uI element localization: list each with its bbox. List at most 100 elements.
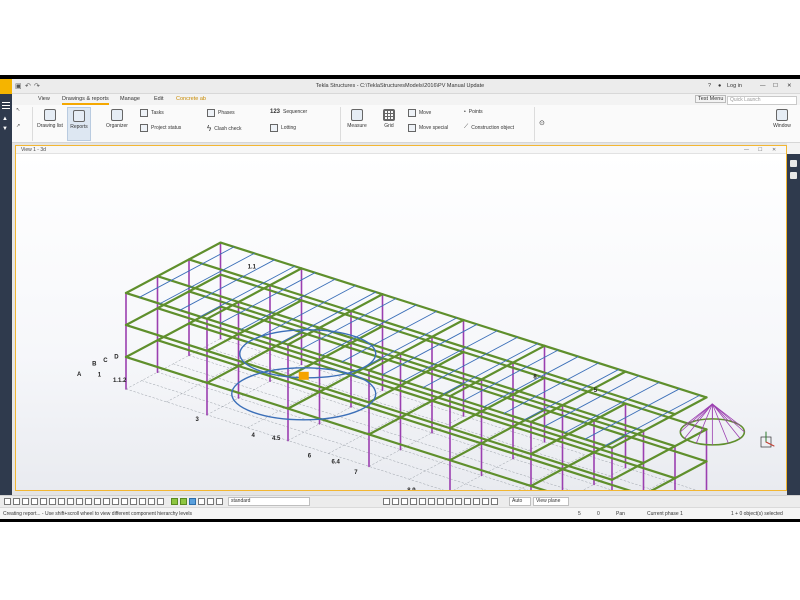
construction-object-button[interactable]: ⟋ Construction object [464,124,514,131]
snap-override-icon-2[interactable] [392,498,399,505]
view-close-icon[interactable]: ✕ [772,146,776,154]
ribbon-options-icon[interactable]: ⊙ [539,119,545,127]
select-tool-icon[interactable]: ↖ [16,107,24,113]
snap-icon-14[interactable] [121,498,128,505]
panel-icon-1[interactable] [790,160,797,167]
window-button[interactable]: Window [768,109,796,129]
snap-icon-12[interactable] [103,498,110,505]
status-coord-x: 5 [578,511,581,517]
snap-icon-4[interactable] [31,498,38,505]
snap-icon-6[interactable] [49,498,56,505]
status-message: Creating report... - Use shift+scroll wh… [3,511,193,517]
snap-override-icon-13[interactable] [491,498,498,505]
organizer-icon [111,109,123,121]
tab-manage[interactable]: Manage [120,96,140,102]
snap-icon-1[interactable] [4,498,11,505]
snap-override-icon-10[interactable] [464,498,471,505]
measure-icon [351,109,363,121]
view-maximize-icon[interactable]: ☐ [758,146,762,154]
login-link[interactable]: Log in [727,83,742,89]
snap-tool-icon[interactable]: ↗ [16,123,24,129]
snap-override-icon-4[interactable] [410,498,417,505]
snap-override-icon-1[interactable] [383,498,390,505]
snap-override-icon-8[interactable] [446,498,453,505]
drawing-list-button[interactable]: Drawing list [36,109,64,129]
view-minimize-icon[interactable]: — [744,146,749,154]
snap-icon-15[interactable] [130,498,137,505]
snap-icon-7[interactable] [58,498,65,505]
move-button[interactable]: Move [408,109,431,117]
view-title: View 1 - 3d [21,147,46,153]
snap-override-icon-6[interactable] [428,498,435,505]
snap-icon-8[interactable] [67,498,74,505]
organizer-button[interactable]: Organizer [104,109,130,129]
tasks-icon [140,109,148,117]
grid-label: 8.9 [407,488,416,490]
close-icon[interactable]: ✕ [787,83,792,89]
project-status-button[interactable]: Project status [140,124,181,132]
collapse-up-icon[interactable]: ▲ [2,116,8,122]
snap-icon-9[interactable] [76,498,83,505]
select-assemblies-icon[interactable] [180,498,187,505]
3d-model-canvas[interactable]: A11.1.2BCD344.566.478.91011.1.3ABC.1EFG.… [16,154,786,490]
measure-button[interactable]: Measure [345,109,369,129]
snap-override-icon-3[interactable] [401,498,408,505]
snap-icon-11[interactable] [94,498,101,505]
snap-icon-16[interactable] [139,498,146,505]
snap-icon-5[interactable] [40,498,47,505]
points-button[interactable]: • Points [464,109,483,115]
snap-mode-dropdown[interactable]: Auto [509,497,531,506]
sequencer-button[interactable]: 123 Sequencer [270,109,307,115]
grid-label: A [77,372,82,378]
snap-icon-13[interactable] [112,498,119,505]
snap-override-icon-5[interactable] [419,498,426,505]
minimize-icon[interactable]: — [760,83,766,89]
snap-icon-18[interactable] [157,498,164,505]
axis-gizmo-x [765,441,775,447]
select-welds-icon[interactable] [207,498,214,505]
grid-label: D [114,354,119,360]
test-menu-button[interactable]: Test Menu [695,95,727,103]
menu-icon[interactable] [2,102,10,103]
snap-override-icon-11[interactable] [473,498,480,505]
snap-override-icon-7[interactable] [437,498,444,505]
select-components-icon[interactable] [189,498,196,505]
select-parts-icon[interactable] [171,498,178,505]
grid-label: 1.1 [248,265,257,271]
snap-icon-10[interactable] [85,498,92,505]
snap-icon-3[interactable] [22,498,29,505]
user-icon[interactable]: ● [718,83,721,89]
snap-icon-2[interactable] [13,498,20,505]
status-bar: Creating report... - Use shift+scroll wh… [0,507,800,519]
quick-launch-input[interactable]: Quick Launch [727,96,797,105]
maximize-icon[interactable]: ☐ [773,83,778,89]
work-plane-dropdown[interactable]: View plane [533,497,569,506]
collapse-down-icon[interactable]: ▼ [2,126,8,132]
select-bolts-icon[interactable] [198,498,205,505]
status-selection: 1 + 0 object(s) selected [731,511,783,517]
lotting-button[interactable]: Lotting [270,124,296,132]
select-grids-icon[interactable] [216,498,223,505]
tasks-button[interactable]: Tasks [140,109,164,117]
steel-beam [124,241,222,295]
grid-button[interactable]: Grid [378,109,400,129]
tower-rafter [711,403,741,439]
snap-override-icon-9[interactable] [455,498,462,505]
phases-button[interactable]: Phases [207,109,235,117]
tab-edit[interactable]: Edit [154,96,163,102]
snap-icon-17[interactable] [148,498,155,505]
reports-button[interactable]: Reports [67,107,91,141]
panel-icon-2[interactable] [790,172,797,179]
view-title-bar: View 1 - 3d — ☐ ✕ [16,146,786,154]
tab-view[interactable]: View [38,96,50,102]
snap-override-icon-12[interactable] [482,498,489,505]
help-button[interactable]: ? [708,83,711,89]
clash-check-button[interactable]: ϟ Clash check [207,124,241,133]
move-special-button[interactable]: Move special [408,124,448,132]
sequencer-icon: 123 [270,109,281,115]
selection-filter-dropdown[interactable]: standard [228,497,310,506]
tab-concrete[interactable]: Concrete ab [176,96,206,102]
tab-drawings-reports[interactable]: Drawings & reports [62,96,109,105]
move-special-icon [408,124,416,132]
title-bar: ▣ ↶ ↷ Tekla Structures - C:\TeklaStructu… [0,79,800,94]
